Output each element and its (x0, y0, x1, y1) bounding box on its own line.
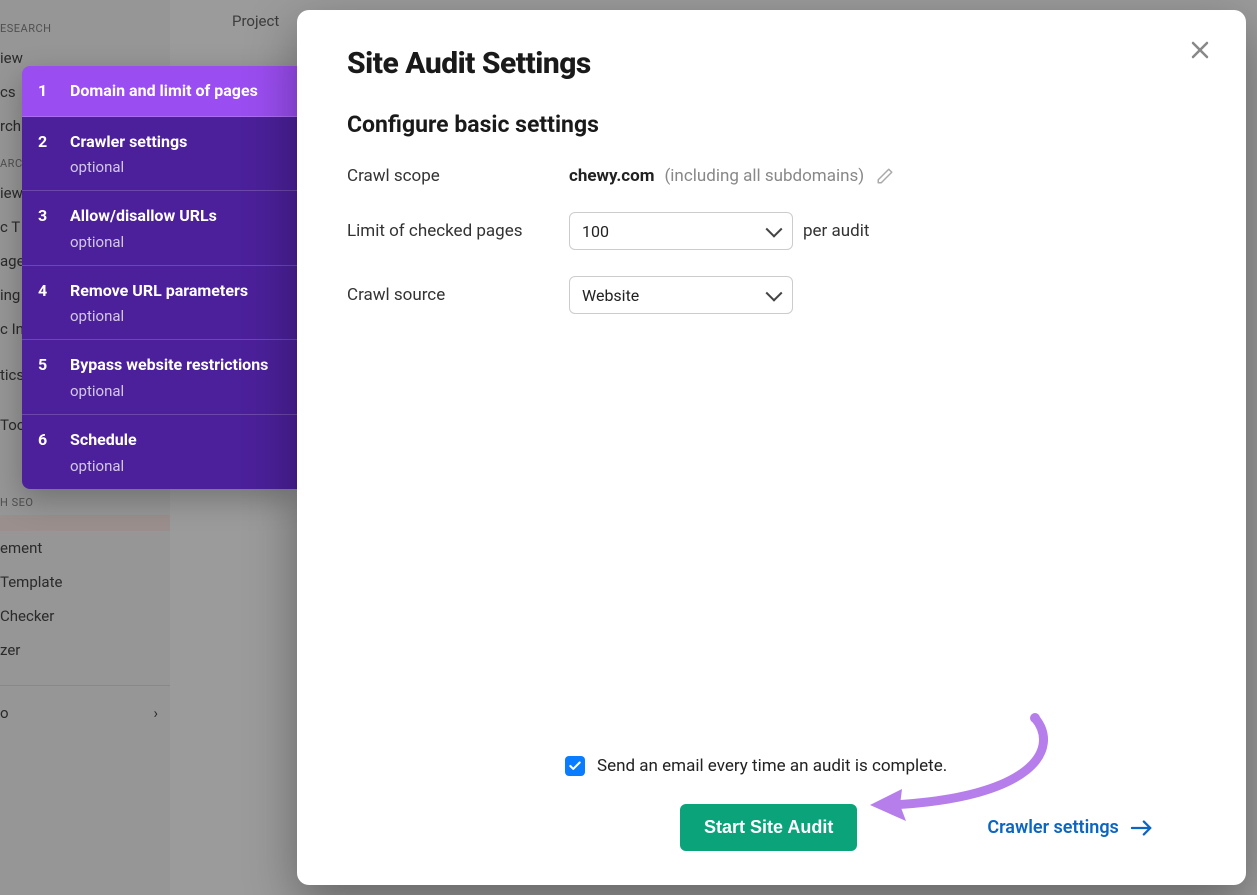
step-number: 4 (38, 281, 50, 326)
limit-pages-value: 100 (582, 222, 609, 241)
arrow-right-icon (1131, 820, 1153, 836)
settings-form: Crawl scope chewy.com (including all sub… (347, 166, 1196, 340)
step-bypass-restrictions[interactable]: 5 Bypass website restrictions optional (22, 340, 297, 415)
email-notify-checkbox[interactable] (565, 756, 585, 776)
crawl-scope-domain: chewy.com (569, 166, 654, 186)
site-audit-settings-modal: Site Audit Settings Configure basic sett… (297, 10, 1246, 885)
row-crawl-scope: Crawl scope chewy.com (including all sub… (347, 166, 1196, 186)
step-number: 5 (38, 355, 50, 400)
step-optional: optional (70, 457, 285, 475)
email-notify-label: Send an email every time an audit is com… (597, 756, 947, 776)
step-number: 1 (38, 81, 50, 102)
limit-pages-label: Limit of checked pages (347, 221, 569, 241)
step-allow-disallow-urls[interactable]: 3 Allow/disallow URLs optional (22, 191, 297, 266)
next-link-label: Crawler settings (987, 817, 1118, 838)
modal-title: Site Audit Settings (347, 46, 1196, 81)
step-title: Crawler settings (70, 131, 285, 153)
modal-subtitle: Configure basic settings (347, 111, 1196, 138)
limit-pages-suffix: per audit (803, 221, 869, 241)
step-remove-url-params[interactable]: 4 Remove URL parameters optional (22, 266, 297, 341)
crawler-settings-link[interactable]: Crawler settings (987, 817, 1152, 838)
step-optional: optional (70, 382, 285, 400)
email-notify-row: Send an email every time an audit is com… (347, 756, 1196, 776)
step-title: Remove URL parameters (70, 280, 285, 302)
step-crawler-settings[interactable]: 2 Crawler settings optional (22, 117, 297, 192)
pencil-icon (876, 167, 894, 185)
start-button-label: Start Site Audit (704, 817, 833, 837)
step-number: 2 (38, 132, 50, 177)
step-schedule[interactable]: 6 Schedule optional (22, 415, 297, 489)
start-site-audit-button[interactable]: Start Site Audit (680, 804, 857, 851)
step-title: Bypass website restrictions (70, 354, 285, 376)
wizard-steps: 1 Domain and limit of pages 2 Crawler se… (22, 66, 297, 489)
crawl-source-value: Website (582, 286, 639, 305)
step-domain-limit[interactable]: 1 Domain and limit of pages (22, 66, 297, 117)
row-crawl-source: Crawl source Website (347, 276, 1196, 314)
step-title: Domain and limit of pages (70, 80, 285, 102)
step-number: 3 (38, 206, 50, 251)
step-optional: optional (70, 233, 285, 251)
step-number: 6 (38, 430, 50, 475)
modal-footer: Send an email every time an audit is com… (347, 756, 1196, 851)
modal-actions: Start Site Audit Crawler settings (347, 804, 1196, 851)
step-optional: optional (70, 307, 285, 325)
step-title: Schedule (70, 429, 285, 451)
edit-crawl-scope-button[interactable] (876, 167, 894, 185)
step-title: Allow/disallow URLs (70, 205, 285, 227)
limit-pages-select[interactable]: 100 (569, 212, 793, 250)
crawl-scope-note: (including all subdomains) (664, 166, 864, 186)
close-button[interactable] (1188, 38, 1216, 66)
close-icon (1188, 38, 1212, 62)
row-limit-pages: Limit of checked pages 100 per audit (347, 212, 1196, 250)
crawl-source-label: Crawl source (347, 285, 569, 305)
crawl-scope-label: Crawl scope (347, 166, 569, 186)
crawl-source-select[interactable]: Website (569, 276, 793, 314)
check-icon (568, 759, 582, 773)
step-optional: optional (70, 158, 285, 176)
